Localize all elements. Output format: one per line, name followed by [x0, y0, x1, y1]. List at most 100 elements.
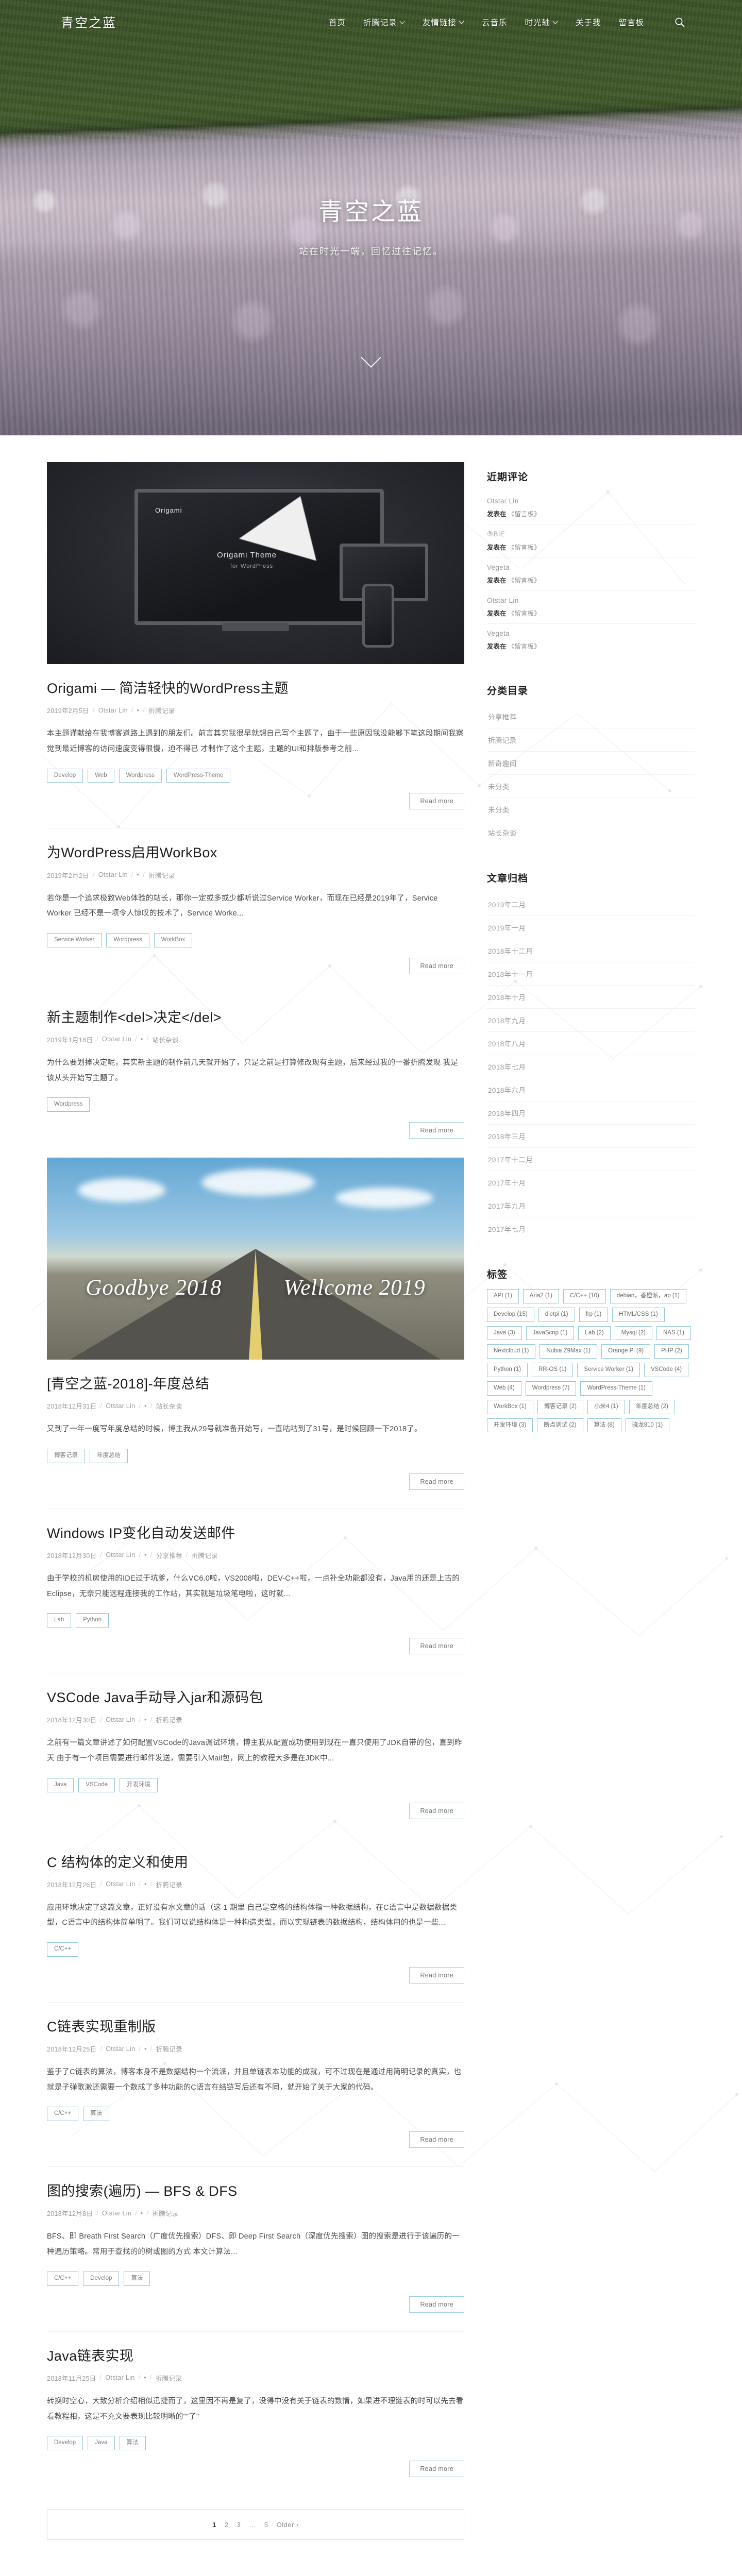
post-category[interactable]: 折腾记录 [156, 2373, 182, 2383]
post-category[interactable]: 站长杂谈 [156, 1401, 182, 1411]
comment-post-ref[interactable]: 《留言板》 [508, 577, 541, 584]
post-author[interactable]: Otstar Lin [98, 871, 128, 878]
cloud-tag[interactable]: frp (1) [579, 1307, 609, 1322]
archive-item[interactable]: 2018年十月 [487, 986, 695, 1009]
post-title[interactable]: C 结构体的定义和使用 [47, 1853, 464, 1873]
post-tag[interactable]: C/C++ [47, 2271, 79, 2286]
nav-item-about[interactable]: 关于我 [576, 16, 601, 28]
post-author[interactable]: Otstar Lin [106, 1402, 135, 1410]
cloud-tag[interactable]: RR-OS (1) [532, 1363, 574, 1377]
comment-item[interactable]: Otstar Lin 发表在 《留言板》 [487, 492, 695, 524]
cloud-tag[interactable]: Orange Pi (9) [601, 1344, 651, 1359]
archive-item[interactable]: 2017年七月 [487, 1217, 695, 1240]
site-brand[interactable]: 青空之蓝 [61, 13, 116, 31]
post-category[interactable]: 折腾记录 [156, 1879, 182, 1889]
cloud-tag[interactable]: C/C++ (10) [563, 1289, 606, 1303]
cloud-tag[interactable]: WorkBox (1) [487, 1399, 533, 1414]
post-tag[interactable]: 算法 [119, 2436, 146, 2451]
cloud-tag[interactable]: Nubia Z9Max (1) [539, 1344, 598, 1359]
cloud-tag[interactable]: 博客记录 (2) [537, 1399, 583, 1414]
read-more-button[interactable]: Read more [409, 1122, 464, 1139]
comment-post-ref[interactable]: 《留言板》 [508, 511, 541, 518]
archive-item[interactable]: 2017年十二月 [487, 1148, 695, 1171]
nav-item-music[interactable]: 云音乐 [482, 16, 508, 28]
cloud-tag[interactable]: Mysql (2) [614, 1326, 653, 1341]
post-category[interactable]: 站长杂谈 [152, 1035, 178, 1044]
chevron-down-icon[interactable] [364, 350, 378, 365]
archive-item[interactable]: 2018年四月 [487, 1101, 695, 1125]
post-category[interactable]: 折腾记录 [156, 1715, 182, 1724]
read-more-button[interactable]: Read more [409, 2296, 464, 2313]
post-title[interactable]: Origami — 简洁轻快的WordPress主题 [47, 679, 464, 699]
post-category[interactable]: 折腾记录 [192, 1550, 218, 1560]
archive-item[interactable]: 2019年一月 [487, 916, 695, 939]
nav-item-tinkering[interactable]: 折腾记录 [363, 16, 405, 28]
comment-item[interactable]: ⑨BIE 发表在 《留言板》 [487, 524, 695, 558]
cloud-tag[interactable]: dietpi (1) [538, 1307, 575, 1322]
read-more-button[interactable]: Read more [409, 957, 464, 974]
nav-item-links[interactable]: 友情链接 [423, 16, 464, 28]
post-thumbnail[interactable]: Origami Origami Theme for WordPress [47, 462, 464, 664]
read-more-button[interactable]: Read more [409, 793, 464, 810]
cloud-tag[interactable]: 年度总结 (2) [629, 1399, 675, 1414]
page-link-2[interactable]: 2 [225, 2521, 229, 2529]
archive-item[interactable]: 2017年九月 [487, 1194, 695, 1217]
cloud-tag[interactable]: Python (1) [487, 1363, 528, 1377]
post-thumbnail[interactable]: Goodbye 2018 Wellcome 2019 [47, 1158, 464, 1360]
post-tag[interactable]: Java [88, 2436, 115, 2451]
comment-post-ref[interactable]: 《留言板》 [508, 643, 541, 650]
archive-item[interactable]: 2018年十一月 [487, 962, 695, 986]
post-title[interactable]: 为WordPress启用WorkBox [47, 843, 464, 863]
post-tag[interactable]: WorkBox [154, 933, 193, 947]
cloud-tag[interactable]: HTML/CSS (1) [612, 1307, 665, 1322]
post-title[interactable]: [青空之蓝-2018]-年度总结 [47, 1374, 464, 1394]
cloud-tag[interactable]: Service Worker (1) [577, 1363, 640, 1377]
read-more-button[interactable]: Read more [409, 2131, 464, 2148]
post-tag[interactable]: 开发环境 [120, 1777, 158, 1792]
comment-item[interactable]: Vegeta 发表在 《留言板》 [487, 558, 695, 591]
post-title[interactable]: C链表实现重制版 [47, 2017, 464, 2037]
post-tag[interactable]: Web [88, 768, 114, 783]
post-category[interactable]: 分享推荐 [156, 1550, 182, 1560]
post-tag[interactable]: C/C++ [47, 1942, 79, 1957]
archive-item[interactable]: 2018年九月 [487, 1009, 695, 1032]
cloud-tag[interactable]: 骁龙810 (1) [625, 1418, 670, 1433]
post-title[interactable]: VSCode Java手动导入jar和源码包 [47, 1688, 464, 1708]
cloud-tag[interactable]: PHP (2) [654, 1344, 689, 1359]
nav-item-home[interactable]: 首页 [329, 16, 346, 28]
page-link-3[interactable]: 3 [237, 2521, 241, 2529]
cloud-tag[interactable]: Lab (2) [578, 1326, 611, 1341]
comment-post-ref[interactable]: 《留言板》 [508, 610, 541, 617]
read-more-button[interactable]: Read more [409, 1967, 464, 1984]
cloud-tag[interactable]: 开发环境 (3) [487, 1418, 533, 1433]
next-page-link[interactable]: Older › [277, 2521, 299, 2529]
post-tag[interactable]: 算法 [124, 2271, 150, 2286]
post-title[interactable]: 新主题制作<del>决定</del> [47, 1008, 464, 1028]
post-title[interactable]: 图的搜索(遍历) — BFS & DFS [47, 2181, 464, 2201]
post-title[interactable]: Windows IP变化自动发送邮件 [47, 1523, 464, 1544]
cloud-tag[interactable]: 小米4 (1) [587, 1399, 625, 1414]
post-author[interactable]: Otstar Lin [106, 1551, 135, 1558]
archive-item[interactable]: 2019年二月 [487, 893, 695, 916]
post-tag[interactable]: C/C++ [47, 2107, 79, 2122]
archive-item[interactable]: 2018年三月 [487, 1125, 695, 1148]
post-tag[interactable]: Lab [47, 1613, 72, 1628]
post-tag[interactable]: Develop [47, 2436, 83, 2451]
post-tag[interactable]: Java [47, 1777, 74, 1792]
comment-post-ref[interactable]: 《留言板》 [508, 544, 541, 551]
post-tag[interactable]: Develop [47, 768, 83, 783]
post-author[interactable]: Otstar Lin [102, 2210, 131, 2217]
category-item[interactable]: 站长杂谈 [487, 821, 695, 844]
post-category[interactable]: 折腾记录 [148, 705, 175, 715]
cloud-tag[interactable]: VSCode (4) [644, 1363, 689, 1377]
archive-item[interactable]: 2018年六月 [487, 1078, 695, 1101]
cloud-tag[interactable]: Web (4) [487, 1381, 521, 1396]
read-more-button[interactable]: Read more [409, 1473, 464, 1490]
page-link-5[interactable]: 5 [264, 2521, 268, 2529]
archive-item[interactable]: 2018年七月 [487, 1055, 695, 1078]
post-tag[interactable]: Wordpress [106, 933, 149, 947]
post-tag[interactable]: Wordpress [47, 1097, 90, 1112]
page-link-1[interactable]: 1 [212, 2521, 216, 2529]
cloud-tag[interactable]: NAS (1) [656, 1326, 691, 1341]
post-tag[interactable]: Service Worker [47, 933, 102, 947]
